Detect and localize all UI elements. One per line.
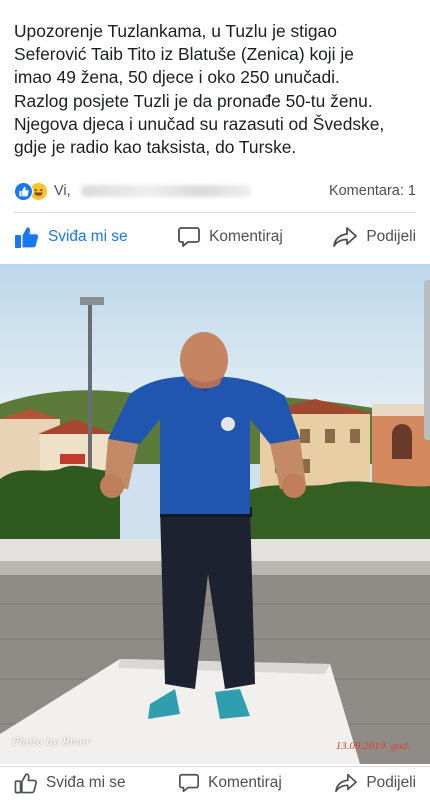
share-arrow-icon — [334, 772, 358, 794]
reactors-names[interactable]: Vi, — [54, 183, 264, 199]
post-text-line: Razlog posjete Tuzli je da pronađe 50-tu… — [14, 90, 373, 111]
photo-date-stamp: 13.09.2019. god. — [335, 740, 410, 752]
post-text-line: Upozorenje Tuzlankama, u Tuzlu je stigao — [14, 21, 337, 41]
share-button[interactable]: Podijeli — [332, 225, 416, 249]
post-action-bar: Sviđa mi se Komentiraj Podijeli — [0, 212, 430, 262]
post-text-line: gdje je radio kao taksista, do Turske. — [14, 137, 297, 158]
post-text-line: Seferović Taib Tito iz Blatuše (Zenica) … — [14, 44, 354, 65]
comment-button[interactable]: Komentiraj — [177, 225, 283, 249]
share-label: Podijeli — [366, 774, 416, 791]
like-label: Sviđa mi se — [46, 774, 126, 791]
comments-count[interactable]: Komentara: 1 — [329, 183, 416, 199]
comment-label: Komentiraj — [208, 774, 282, 791]
thumbs-up-icon — [14, 772, 38, 794]
scrollbar-thumb[interactable] — [424, 280, 430, 440]
share-label: Podijeli — [366, 228, 416, 245]
share-arrow-icon — [332, 225, 358, 249]
post-photo[interactable] — [0, 264, 430, 764]
photo-action-bar: Sviđa mi se Komentiraj Podijeli — [0, 766, 430, 800]
photo-scene — [0, 264, 430, 764]
thumbs-up-icon — [14, 225, 40, 249]
like-label: Sviđa mi se — [48, 228, 128, 245]
comment-label: Komentiraj — [209, 228, 283, 245]
reactors-prefix: Vi, — [54, 183, 75, 199]
speech-bubble-icon — [178, 772, 200, 794]
speech-bubble-icon — [177, 225, 201, 249]
like-button[interactable]: Sviđa mi se — [14, 225, 128, 249]
like-icon — [14, 181, 33, 201]
comment-button[interactable]: Komentiraj — [178, 772, 282, 794]
share-button[interactable]: Podijeli — [334, 772, 416, 794]
photo-watermark-left: Photo by River — [12, 736, 91, 748]
blurred-names — [80, 185, 251, 198]
reactions-summary[interactable]: Vi, Komentara: 1 — [14, 178, 416, 204]
post-text-line: Njegova djeca i unučad su razasuti od Šv… — [14, 113, 385, 134]
post-text: Upozorenje Tuzlankama, u Tuzlu je stigao… — [14, 20, 419, 159]
post-text-line: imao 49 žena, 50 djece i oko 250 unučadi… — [14, 67, 340, 88]
like-button[interactable]: Sviđa mi se — [14, 772, 126, 794]
